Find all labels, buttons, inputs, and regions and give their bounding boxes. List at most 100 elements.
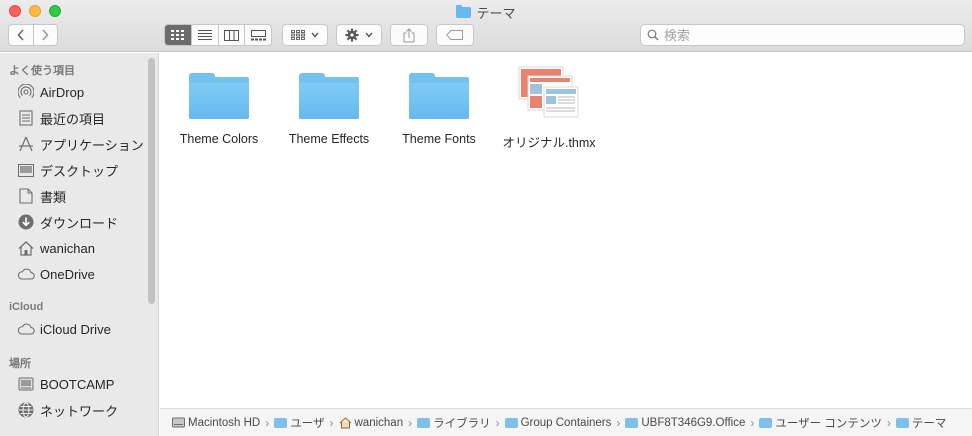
chevron-right-icon: › <box>616 415 621 430</box>
icon-view-button[interactable] <box>165 25 191 45</box>
tags-button[interactable] <box>436 24 474 46</box>
grid-icon <box>291 30 305 40</box>
tag-icon <box>446 30 463 40</box>
folder-icon <box>297 65 361 123</box>
sidebar-item-label: ネットワーク <box>40 403 119 419</box>
chevron-right-icon: › <box>265 415 270 430</box>
sidebar-item-recents[interactable]: 最近の項目 <box>17 107 152 129</box>
folder-icon <box>625 417 639 428</box>
sidebar-section-favorites: よく使う項目 <box>9 65 75 77</box>
gallery-view-icon <box>250 29 266 40</box>
file-item-theme-effects[interactable]: Theme Effects <box>270 65 388 155</box>
sidebar-item-bootcamp[interactable]: BOOTCAMP <box>17 373 152 395</box>
search-icon <box>647 29 659 41</box>
path-item-library[interactable]: ライブラリ <box>417 415 491 431</box>
desktop-icon <box>17 161 35 179</box>
sidebar-item-label: iCloud Drive <box>40 321 111 337</box>
path-label: ユーザー コンテンツ <box>775 417 882 430</box>
sidebar-item-documents[interactable]: 書類 <box>17 185 152 207</box>
chevron-right-icon <box>42 29 49 41</box>
home-icon <box>339 416 351 428</box>
sidebar-item-network[interactable]: ネットワーク <box>17 399 152 421</box>
home-icon <box>17 239 35 257</box>
sidebar-section-icloud: iCloud <box>9 301 44 313</box>
folder-icon <box>895 417 909 428</box>
path-label: wanichan <box>354 416 404 429</box>
hard-drive-icon <box>172 417 185 428</box>
search-field[interactable] <box>640 24 965 46</box>
path-bar: Macintosh HD › ユーザ › wanichan › ライブラリ › … <box>160 408 972 436</box>
sidebar-item-downloads[interactable]: ダウンロード <box>17 211 152 233</box>
file-item-thmx[interactable]: オリジナル.thmx <box>490 65 608 155</box>
search-input[interactable] <box>664 27 954 43</box>
folder-icon <box>407 65 471 123</box>
network-icon <box>17 401 35 419</box>
chevron-right-icon: › <box>886 415 891 430</box>
folder-icon <box>417 417 431 428</box>
window-toolbar: テーマ <box>0 0 972 52</box>
path-item-home[interactable]: wanichan <box>339 416 404 429</box>
view-switcher <box>164 24 272 46</box>
path-label: Macintosh HD <box>188 416 261 429</box>
file-name: オリジナル.thmx <box>502 136 596 150</box>
chevron-right-icon: › <box>408 415 413 430</box>
sidebar-item-label: 書類 <box>40 189 67 205</box>
group-by-button[interactable] <box>282 24 328 46</box>
sidebar-item-label: 最近の項目 <box>40 111 106 127</box>
path-label: テーマ <box>911 417 947 430</box>
sidebar-item-home[interactable]: wanichan <box>17 237 152 259</box>
sidebar-item-label: BOOTCAMP <box>40 376 115 392</box>
folder-icon <box>456 5 472 18</box>
path-item-users[interactable]: ユーザ <box>274 415 325 431</box>
path-item-office[interactable]: UBF8T346G9.Office <box>625 417 745 429</box>
cloud-icon <box>17 265 35 283</box>
column-view-button[interactable] <box>217 25 245 45</box>
sidebar-item-label: アプリケーション <box>40 137 144 153</box>
path-item-user-content[interactable]: ユーザー コンテンツ <box>759 415 882 431</box>
list-view-button[interactable] <box>190 25 218 45</box>
chevron-down-icon <box>365 32 373 38</box>
column-view-icon <box>223 29 239 41</box>
sidebar-item-applications[interactable]: アプリケーション <box>17 133 152 155</box>
file-item-theme-colors[interactable]: Theme Colors <box>160 65 278 155</box>
back-button[interactable] <box>9 25 33 45</box>
share-button[interactable] <box>390 24 428 46</box>
file-item-theme-fonts[interactable]: Theme Fonts <box>380 65 498 155</box>
list-view-icon <box>197 30 212 40</box>
action-button[interactable] <box>336 24 382 46</box>
path-item-themes[interactable]: テーマ <box>895 415 947 431</box>
chevron-right-icon: › <box>329 415 334 430</box>
folder-icon <box>504 417 518 428</box>
path-item-macintosh-hd[interactable]: Macintosh HD <box>172 417 260 429</box>
sidebar-item-onedrive[interactable]: OneDrive <box>17 263 152 285</box>
sidebar-scrollbar[interactable] <box>148 58 155 304</box>
path-label: ライブラリ <box>433 417 491 430</box>
navigation-buttons <box>8 24 58 46</box>
sidebar-item-label: AirDrop <box>40 84 85 100</box>
icon-view-icon <box>170 30 184 40</box>
sidebar-item-label: ダウンロード <box>40 215 119 231</box>
path-label: UBF8T346G9.Office <box>641 416 746 429</box>
window-title-text: テーマ <box>476 6 516 21</box>
sidebar-section-locations: 場所 <box>9 358 31 370</box>
applications-icon <box>17 135 35 153</box>
folder-icon <box>187 65 251 123</box>
sidebar-item-airdrop[interactable]: AirDrop <box>17 81 152 103</box>
chevron-down-icon <box>311 32 319 38</box>
recents-icon <box>17 109 35 127</box>
path-label: ユーザ <box>290 417 325 430</box>
sidebar-item-icloud-drive[interactable]: iCloud Drive <box>17 318 152 340</box>
sidebar: よく使う項目 AirDrop 最近の項目 アプリケーション デスクトップ 書類 <box>0 53 159 436</box>
gallery-view-button[interactable] <box>244 25 271 45</box>
sidebar-item-label: デスクトップ <box>40 163 119 179</box>
path-item-group-containers[interactable]: Group Containers <box>504 417 611 429</box>
folder-icon <box>759 417 773 428</box>
sidebar-item-desktop[interactable]: デスクトップ <box>17 159 152 181</box>
window-title: テーマ <box>0 3 972 22</box>
forward-button[interactable] <box>32 25 58 45</box>
chevron-right-icon: › <box>750 415 755 430</box>
gear-icon <box>345 28 359 42</box>
downloads-icon <box>17 213 35 231</box>
share-icon <box>403 27 415 42</box>
file-icon-view: Theme Colors Theme Effects Theme Fonts オ… <box>160 53 972 408</box>
